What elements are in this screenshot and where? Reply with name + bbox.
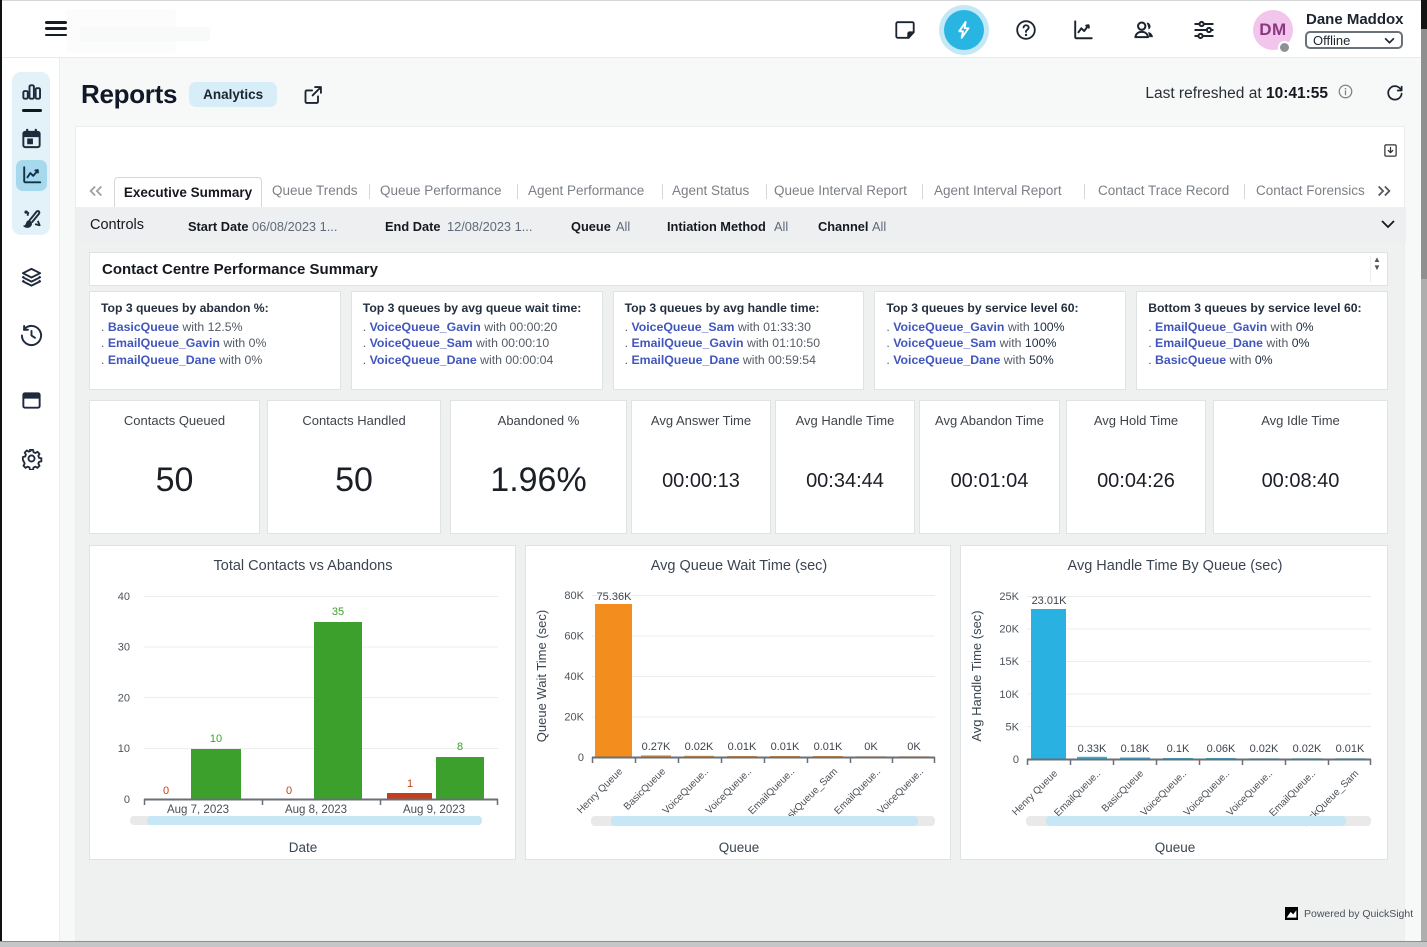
svg-text:Aug 7, 2023: Aug 7, 2023: [167, 804, 229, 816]
svg-text:15K: 15K: [999, 656, 1019, 668]
svg-text:Queue: Queue: [1155, 840, 1196, 855]
svg-text:40K: 40K: [564, 671, 584, 683]
svg-text:Total Contacts vs Abandons: Total Contacts vs Abandons: [214, 558, 393, 574]
svg-text:0.01K: 0.01K: [771, 741, 800, 753]
svg-text:60K: 60K: [564, 631, 584, 643]
svg-text:23.01K: 23.01K: [1032, 595, 1068, 607]
svg-text:0: 0: [124, 794, 130, 806]
svg-text:0.1K: 0.1K: [1167, 743, 1190, 755]
svg-text:0: 0: [163, 785, 169, 797]
svg-text:30: 30: [118, 642, 130, 654]
svg-text:0.01K: 0.01K: [1336, 743, 1365, 755]
svg-text:Queue: Queue: [719, 840, 760, 855]
svg-text:20K: 20K: [999, 624, 1019, 636]
svg-text:10: 10: [210, 733, 222, 745]
svg-text:0.02K: 0.02K: [1250, 743, 1279, 755]
svg-text:20: 20: [118, 693, 130, 705]
svg-text:0.01K: 0.01K: [814, 741, 843, 753]
svg-text:Aug 9, 2023: Aug 9, 2023: [403, 804, 465, 816]
svg-text:1: 1: [407, 778, 413, 790]
svg-text:35: 35: [332, 606, 344, 618]
svg-text:Henry Queue: Henry Queue: [575, 766, 625, 816]
svg-text:0: 0: [1013, 754, 1019, 766]
svg-text:20K: 20K: [564, 712, 584, 724]
svg-text:0.06K: 0.06K: [1207, 743, 1236, 755]
svg-text:25K: 25K: [999, 591, 1019, 603]
svg-text:VoiceQueue..: VoiceQueue..: [876, 766, 926, 816]
svg-text:Avg Queue Wait Time (sec): Avg Queue Wait Time (sec): [651, 558, 827, 574]
svg-text:BasicQueue: BasicQueue: [622, 766, 669, 813]
svg-text:0.27K: 0.27K: [642, 741, 671, 753]
svg-text:75.36K: 75.36K: [597, 591, 633, 603]
svg-text:10K: 10K: [999, 689, 1019, 701]
svg-text:0.01K: 0.01K: [728, 741, 757, 753]
svg-text:0.02K: 0.02K: [685, 741, 714, 753]
svg-text:0K: 0K: [907, 741, 921, 753]
svg-text:0K: 0K: [864, 741, 878, 753]
svg-text:Date: Date: [289, 840, 318, 855]
svg-text:0.02K: 0.02K: [1293, 743, 1322, 755]
svg-text:Queue Wait Time (sec): Queue Wait Time (sec): [534, 610, 549, 742]
svg-text:BasicQueue: BasicQueue: [1100, 768, 1147, 815]
svg-text:40: 40: [118, 591, 130, 603]
svg-text:EmailQueue..: EmailQueue..: [1052, 768, 1103, 819]
svg-text:0: 0: [578, 752, 584, 764]
svg-text:0.18K: 0.18K: [1121, 743, 1150, 755]
svg-text:80K: 80K: [564, 590, 584, 602]
svg-text:0.33K: 0.33K: [1078, 743, 1107, 755]
svg-text:Avg Handle Time (sec): Avg Handle Time (sec): [969, 610, 984, 741]
svg-text:0: 0: [286, 785, 292, 797]
svg-text:Aug 8, 2023: Aug 8, 2023: [285, 804, 347, 816]
svg-text:8: 8: [457, 741, 463, 753]
svg-text:Avg Handle Time By Queue (sec): Avg Handle Time By Queue (sec): [1068, 558, 1283, 574]
svg-text:5K: 5K: [1006, 721, 1020, 733]
svg-text:10: 10: [118, 743, 130, 755]
